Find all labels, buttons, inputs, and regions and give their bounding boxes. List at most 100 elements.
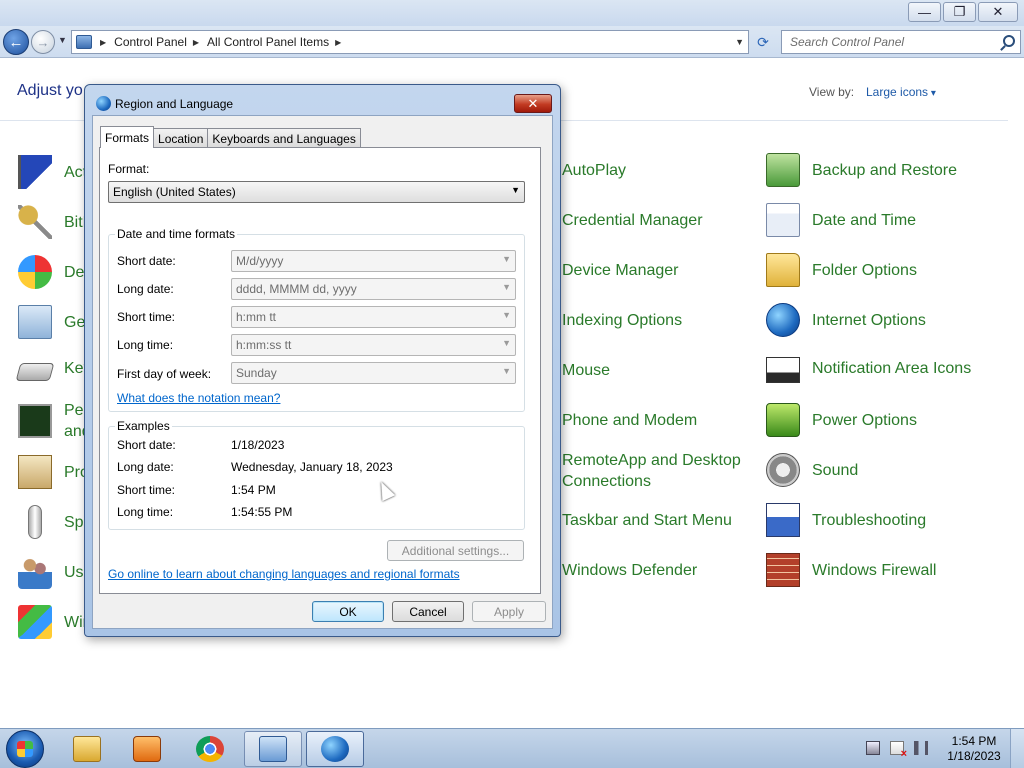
tab-formats[interactable]: Formats — [100, 126, 155, 148]
short-time-label: Short time: — [117, 310, 176, 324]
cp-item-label: Taskbar and Start Menu — [562, 512, 732, 529]
recent-pages-dropdown[interactable]: ▼ — [58, 35, 67, 45]
globe-icon — [766, 303, 800, 337]
search-box[interactable] — [781, 30, 1021, 54]
format-label: Format: — [108, 162, 150, 176]
example-long-date-value: Wednesday, January 18, 2023 — [231, 460, 393, 474]
cp-item-troubleshooting[interactable]: Troubleshooting — [766, 503, 926, 537]
chevron-down-icon: ▼ — [502, 254, 511, 264]
windows-update-icon — [18, 605, 52, 639]
cp-item-getting-started[interactable]: Get — [18, 305, 90, 339]
minimize-button[interactable]: — — [908, 2, 941, 22]
calendar-clock-icon — [766, 203, 800, 237]
forward-button[interactable]: → — [31, 30, 55, 54]
format-value: English (United States) — [113, 185, 236, 199]
cp-item-remoteapp[interactable]: RemoteApp and Desktop Connections — [562, 450, 741, 492]
action-center-icon[interactable] — [890, 741, 907, 760]
region-language-dialog: Region and Language ✕ Formats Location K… — [84, 84, 561, 637]
cp-item-label: Backup and Restore — [812, 161, 957, 179]
globe-icon — [321, 736, 349, 762]
cp-item-speech[interactable]: Spe — [18, 505, 92, 539]
refresh-button[interactable]: ⟳ — [752, 30, 774, 54]
breadcrumb-control-panel[interactable]: Control Panel — [114, 35, 187, 49]
taskbar-explorer[interactable] — [58, 731, 116, 767]
taskbar: 1:54 PM 1/18/2023 — [0, 728, 1024, 768]
address-dropdown[interactable]: ▼ — [735, 37, 744, 47]
first-day-dropdown[interactable]: Sunday ▼ — [231, 362, 516, 384]
short-date-dropdown[interactable]: M/d/yyyy ▼ — [231, 250, 516, 272]
cp-item-internet-options[interactable]: Internet Options — [766, 303, 926, 337]
dialog-body: Formats Location Keyboards and Languages… — [92, 115, 553, 629]
taskbar-region-language[interactable] — [306, 731, 364, 767]
dialog-title: Region and Language — [115, 97, 234, 111]
close-button[interactable]: ✕ — [978, 2, 1018, 22]
troubleshoot-icon — [766, 503, 800, 537]
taskbar-media-player[interactable] — [118, 731, 176, 767]
speaker-icon — [766, 453, 800, 487]
cp-item-credential-manager[interactable]: Credential Manager — [562, 210, 703, 231]
cp-item-label: Notification Area Icons — [812, 359, 972, 377]
cp-item-programs[interactable]: Pro — [18, 455, 89, 489]
tab-keyboards-languages[interactable]: Keyboards and Languages — [207, 128, 361, 148]
cp-item-action-center[interactable]: Act — [18, 155, 87, 189]
search-icon[interactable] — [1003, 35, 1015, 47]
network-icon[interactable] — [866, 741, 880, 755]
cp-item-phone-and-modem[interactable]: Phone and Modem — [562, 410, 697, 431]
cp-item-windows-firewall[interactable]: Windows Firewall — [766, 553, 936, 587]
cp-item-sound[interactable]: Sound — [766, 453, 858, 487]
long-date-dropdown[interactable]: dddd, MMMM dd, yyyy ▼ — [231, 278, 516, 300]
short-date-label: Short date: — [117, 254, 176, 268]
show-desktop-button[interactable] — [1010, 729, 1024, 768]
cp-item-indexing-options[interactable]: Indexing Options — [562, 310, 682, 331]
performance-chart-icon — [18, 404, 52, 438]
cp-item-device-manager[interactable]: Device Manager — [562, 260, 679, 281]
chevron-right-icon[interactable]: ▶ — [193, 38, 199, 47]
ok-button[interactable]: OK — [312, 601, 384, 622]
firewall-icon — [766, 553, 800, 587]
apply-button[interactable]: Apply — [472, 601, 546, 622]
notification-tray-icon — [766, 357, 800, 383]
breadcrumb-all-items[interactable]: All Control Panel Items — [207, 35, 329, 49]
chevron-right-icon[interactable]: ▶ — [335, 38, 341, 47]
cp-item-label: RemoteApp and Desktop Connections — [562, 452, 741, 490]
maximize-button[interactable]: ❐ — [943, 2, 976, 22]
cancel-button[interactable]: Cancel — [392, 601, 464, 622]
additional-settings-button[interactable]: Additional settings... — [387, 540, 524, 561]
volume-icon[interactable] — [914, 741, 928, 755]
long-time-dropdown[interactable]: h:mm:ss tt ▼ — [231, 334, 516, 356]
cp-item-windows-update[interactable]: Wir — [18, 605, 88, 639]
cp-item-mouse[interactable]: Mouse — [562, 360, 610, 381]
example-long-time-value: 1:54:55 PM — [231, 505, 293, 519]
address-bar[interactable]: ▶ Control Panel ▶ All Control Panel Item… — [71, 30, 749, 54]
short-time-value: h:mm tt — [236, 310, 277, 324]
online-help-link[interactable]: Go online to learn about changing langua… — [108, 567, 460, 581]
back-button[interactable]: ← — [3, 29, 29, 55]
short-time-dropdown[interactable]: h:mm tt ▼ — [231, 306, 516, 328]
cp-item-windows-defender[interactable]: Windows Defender — [562, 560, 697, 581]
view-by-dropdown[interactable]: Large icons — [866, 85, 936, 99]
cp-item-power-options[interactable]: Power Options — [766, 403, 917, 437]
cp-item-bitlocker[interactable]: BitL — [18, 205, 92, 239]
start-button[interactable] — [6, 730, 44, 768]
format-dropdown[interactable]: English (United States) ▼ — [108, 181, 525, 203]
tab-location[interactable]: Location — [153, 128, 209, 148]
cp-item-label: Folder Options — [812, 261, 917, 279]
cp-item-performance[interactable]: Per and — [18, 400, 91, 442]
chevron-right-icon[interactable]: ▶ — [100, 38, 106, 47]
search-input[interactable] — [790, 35, 990, 49]
cp-item-taskbar-start-menu[interactable]: Taskbar and Start Menu — [562, 510, 732, 531]
clock[interactable]: 1:54 PM 1/18/2023 — [944, 734, 1004, 764]
cp-item-keyboard[interactable]: Key — [15, 355, 92, 381]
cp-item-default-programs[interactable]: Def — [18, 255, 89, 289]
notation-help-link[interactable]: What does the notation mean? — [117, 391, 280, 405]
cp-item-user-accounts[interactable]: Use — [18, 555, 92, 589]
cp-item-backup-restore[interactable]: Backup and Restore — [766, 153, 957, 187]
dialog-close-button[interactable]: ✕ — [514, 94, 552, 113]
cp-item-date-time[interactable]: Date and Time — [766, 203, 916, 237]
navigation-bar: ← → ▼ ▶ Control Panel ▶ All Control Pane… — [0, 26, 1024, 58]
cp-item-autoplay[interactable]: AutoPlay — [562, 160, 626, 181]
cp-item-folder-options[interactable]: Folder Options — [766, 253, 917, 287]
cp-item-notification-area[interactable]: Notification Area Icons — [766, 353, 971, 383]
taskbar-chrome[interactable] — [181, 731, 239, 767]
taskbar-control-panel[interactable] — [244, 731, 302, 767]
